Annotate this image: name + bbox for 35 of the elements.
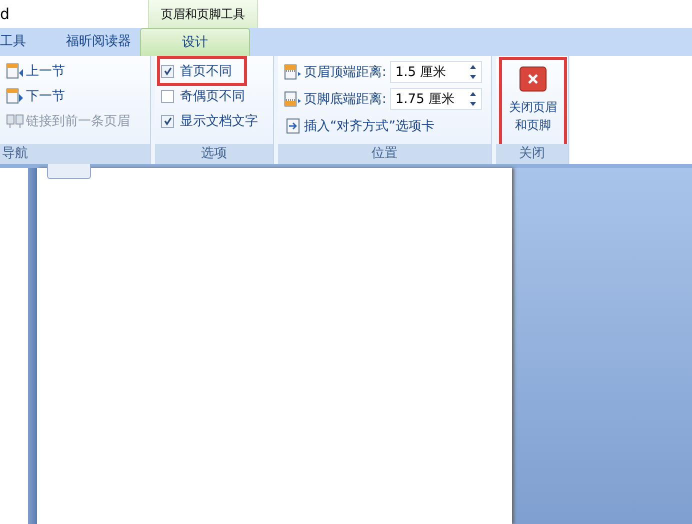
- ribbon-tab[interactable]: 设计: [140, 28, 250, 56]
- footer-position-icon: [284, 91, 302, 107]
- distance-spinner[interactable]: 1.75 厘米: [390, 88, 482, 110]
- header-tag: [47, 164, 91, 179]
- checkbox[interactable]: [161, 64, 174, 78]
- checkbox[interactable]: [161, 90, 174, 102]
- option-checkbox[interactable]: 首页不同: [161, 60, 243, 82]
- distance-spinner[interactable]: 1.5 厘米: [390, 61, 482, 83]
- insert-tab-icon: [284, 118, 302, 134]
- previous-section-icon: [6, 63, 24, 79]
- group-label: 导航: [0, 144, 150, 164]
- option-checkbox[interactable]: 奇偶页不同: [161, 85, 269, 107]
- contextual-tab-group-label: 页眉和页脚工具: [148, 0, 258, 28]
- option-checkbox[interactable]: 显示文档文字: [161, 110, 269, 132]
- ribbon-tab[interactable]: 福昕阅读器: [54, 28, 140, 56]
- group-label: 选项: [155, 144, 273, 164]
- link-pages-icon: [6, 113, 24, 129]
- window-title: d: [0, 4, 11, 25]
- close-icon: [519, 66, 547, 92]
- nav-command[interactable]: 下一节: [6, 85, 146, 107]
- insert-alignment-tab-command[interactable]: 插入“对齐方式”选项卡: [284, 114, 487, 138]
- group-label: 位置: [278, 144, 491, 164]
- distance-label: 页眉顶端距离:: [304, 64, 386, 81]
- spinner-value: 1.75 厘米: [395, 91, 454, 108]
- checkbox[interactable]: [161, 114, 174, 128]
- spin-arrows-icon: [469, 64, 478, 80]
- next-section-icon: [6, 88, 24, 104]
- close-header-footer-button[interactable]: 关闭页眉 和页脚: [502, 60, 564, 144]
- group-label: 关闭: [496, 144, 568, 164]
- distance-label: 页脚底端距离:: [304, 91, 386, 108]
- nav-command[interactable]: 上一节: [6, 60, 146, 82]
- header-position-icon: [284, 64, 302, 80]
- ribbon-tab[interactable]: 工具: [0, 28, 54, 56]
- spinner-value: 1.5 厘米: [395, 64, 446, 81]
- spin-arrows-icon: [469, 91, 478, 107]
